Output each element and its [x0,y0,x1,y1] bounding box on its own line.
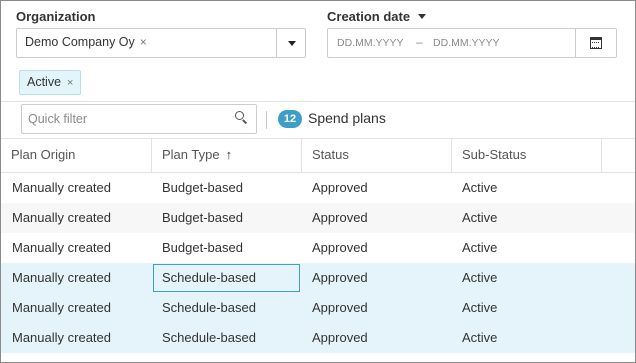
plan-count-label: Spend plans [308,110,386,126]
app-frame: Organization Creation date Demo Company … [0,0,636,363]
column-header-label: Status [312,147,349,162]
cell-status[interactable]: Approved [301,293,368,323]
cell-status[interactable]: Approved [301,263,368,293]
cell-plan-origin[interactable]: Manually created [1,233,111,263]
toolbar-divider [266,111,267,129]
status-filter-chip[interactable]: Active × [19,70,82,95]
table-row[interactable]: Manually created Schedule-based Approved… [1,293,635,323]
table-row[interactable]: Manually created Schedule-based Approved… [1,323,635,353]
grid-toolbar: 12 Spend plans [1,102,635,138]
cell-plan-type[interactable]: Budget-based [151,173,243,203]
cell-plan-origin[interactable]: Manually created [1,263,111,293]
creation-date-label[interactable]: Creation date [327,9,427,24]
date-from-field[interactable]: DD.MM.YYYY [337,37,404,49]
column-header-label: Plan Type [162,147,220,162]
table-row[interactable]: Manually created Budget-based Approved A… [1,173,635,203]
cell-status[interactable]: Approved [301,233,368,263]
cell-sub-status[interactable]: Active [451,203,497,233]
cell-status[interactable]: Approved [301,173,368,203]
status-filter-chip-label: Active [27,75,62,89]
table-row[interactable]: Manually created Budget-based Approved A… [1,203,635,233]
organization-chip: Demo Company Oy × [25,35,147,49]
table-row[interactable]: Manually created Budget-based Approved A… [1,233,635,263]
search-icon-handle [242,119,248,124]
sort-ascending-icon[interactable]: ↑ [226,138,233,171]
cell-plan-origin[interactable]: Manually created [1,173,111,203]
cell-status[interactable]: Approved [301,203,368,233]
cell-status[interactable]: Approved [301,323,368,353]
creation-date-range[interactable]: DD.MM.YYYY – DD.MM.YYYY [327,28,617,58]
table-row[interactable]: Manually created Schedule-based Approved… [1,263,635,293]
grid-header: Plan Origin Plan Type ↑ Status Sub-Status [1,138,635,173]
spend-plans-grid: Plan Origin Plan Type ↑ Status Sub-Status… [1,138,635,353]
organization-chip-label: Demo Company Oy [25,35,135,49]
cell-plan-origin[interactable]: Manually created [1,293,111,323]
column-header-status[interactable]: Status [302,138,452,173]
cell-plan-type[interactable]: Schedule-based [152,263,301,293]
remove-status-filter-icon[interactable]: × [67,77,73,89]
cell-plan-type[interactable]: Schedule-based [151,293,256,323]
organization-label: Organization [16,9,96,24]
cell-plan-origin[interactable]: Manually created [1,323,111,353]
cell-plan-type[interactable]: Budget-based [151,203,243,233]
calendar-icon[interactable] [590,37,602,49]
column-header-label: Plan Origin [11,147,76,162]
date-separator: – [416,35,423,49]
cell-plan-type[interactable]: Schedule-based [151,323,256,353]
cell-sub-status[interactable]: Active [451,293,497,323]
caret-down-icon[interactable] [418,14,427,20]
creation-date-label-text: Creation date [327,9,411,24]
remove-organization-icon[interactable]: × [140,35,147,49]
column-header-sub-status[interactable]: Sub-Status [452,138,602,173]
column-header-label: Sub-Status [462,147,527,162]
cell-sub-status[interactable]: Active [451,323,497,353]
column-header-plan-origin[interactable]: Plan Origin [1,138,152,173]
cell-sub-status[interactable]: Active [451,233,497,263]
quick-filter[interactable] [21,104,257,134]
cell-sub-status[interactable]: Active [451,263,497,293]
organization-select[interactable]: Demo Company Oy × [16,28,306,58]
plan-count-badge: 12 [278,110,302,128]
date-divider [575,29,576,57]
cell-plan-type[interactable]: Budget-based [151,233,243,263]
cell-plan-origin[interactable]: Manually created [1,203,111,233]
date-to-field[interactable]: DD.MM.YYYY [433,37,500,49]
filter-panel: Organization Creation date Demo Company … [1,1,635,101]
column-header-plan-type[interactable]: Plan Type ↑ [152,138,302,173]
quick-filter-input[interactable] [22,105,232,133]
search-icon[interactable] [235,111,248,124]
chevron-down-icon[interactable] [288,41,296,46]
cell-sub-status[interactable]: Active [451,173,497,203]
select-divider [276,29,277,57]
